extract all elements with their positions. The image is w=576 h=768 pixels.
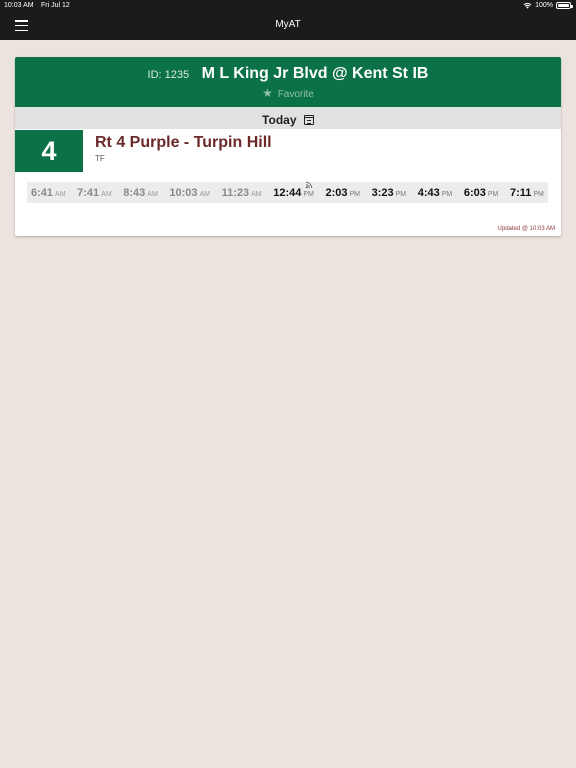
favorite-button[interactable]: ★ Favorite — [15, 86, 561, 100]
time-value: 2:03 — [325, 186, 348, 199]
time-value: 8:43 — [123, 186, 146, 199]
battery-percent: 100% — [535, 2, 553, 9]
star-icon: ★ — [262, 86, 273, 100]
time-ampm: AM — [101, 190, 112, 198]
realtime-signal-icon — [305, 181, 313, 188]
time-ampm: PM — [441, 190, 453, 198]
departure-time[interactable]: 10:03 AM — [169, 187, 210, 199]
route-number-badge: 4 — [15, 130, 83, 172]
stop-card: ID: 1235 M L King Jr Blvd @ Kent St IB ★… — [15, 57, 561, 236]
departure-time[interactable]: 8:43 AM — [123, 187, 158, 199]
departure-time[interactable]: 7:41 AM — [77, 187, 112, 199]
time-ampm: AM — [55, 190, 66, 198]
status-date: Fri Jul 12 — [41, 2, 70, 9]
status-right: 100% — [523, 2, 573, 9]
route-subtitle: TF — [95, 154, 105, 163]
departure-times: 6:41 AM 7:41 AM 8:43 AM 10:03 AM 11:23 AM 12:… — [27, 181, 548, 203]
time-ampm: AM — [199, 190, 211, 198]
time-value: 7:11 — [509, 186, 532, 199]
departure-time[interactable]: 11:23 AM — [222, 187, 262, 199]
battery-icon — [556, 2, 573, 9]
time-value: 4:43 — [417, 186, 440, 199]
time-value: 10:03 — [169, 186, 198, 199]
time-value: 6:41 — [31, 186, 54, 199]
stop-header: ID: 1235 M L King Jr Blvd @ Kent St IB ★… — [15, 57, 561, 107]
departure-time[interactable]: 2:03 PM — [325, 187, 360, 199]
time-value: 6:03 — [463, 186, 486, 199]
departure-time[interactable]: 3:23 PM — [372, 187, 407, 199]
time-ampm: PM — [349, 190, 361, 198]
favorite-label: Favorite — [277, 89, 314, 100]
time-ampm: PM — [533, 190, 544, 198]
time-ampm: AM — [251, 190, 262, 198]
departure-time[interactable]: 4:43 PM — [418, 187, 453, 199]
time-value: 7:41 — [77, 186, 100, 199]
status-time: 10:03 AM — [4, 2, 34, 9]
time-ampm: PM — [303, 190, 314, 198]
departure-time-realtime[interactable]: 12:44 PM — [273, 181, 314, 199]
nav-bar: MyAT — [0, 12, 576, 40]
departure-time[interactable]: 7:11 PM — [510, 187, 544, 199]
app-title: MyAT — [275, 19, 301, 30]
time-value: 11:23 — [221, 186, 250, 199]
departure-time[interactable]: 6:41 AM — [31, 187, 66, 199]
calendar-icon[interactable] — [303, 115, 314, 125]
departure-time[interactable]: 6:03 PM — [464, 187, 499, 199]
stop-title-line: ID: 1235 M L King Jr Blvd @ Kent St IB — [15, 65, 561, 83]
status-bar: 10:03 AM Fri Jul 12 100% — [0, 0, 576, 12]
wifi-icon — [523, 2, 532, 9]
stop-name: M L King Jr Blvd @ Kent St IB — [201, 65, 429, 82]
time-ampm: PM — [395, 190, 407, 198]
stop-id: ID: 1235 — [147, 69, 190, 81]
day-selector[interactable]: Today — [15, 107, 561, 129]
route-name: Rt 4 Purple - Turpin Hill — [95, 134, 272, 151]
time-value: 3:23 — [371, 186, 394, 199]
day-label: Today — [262, 113, 297, 127]
time-value: 12:44 — [273, 186, 302, 199]
time-ampm: PM — [487, 190, 499, 198]
time-ampm: AM — [147, 190, 158, 198]
updated-timestamp: Updated @ 10:03 AM — [497, 226, 555, 232]
